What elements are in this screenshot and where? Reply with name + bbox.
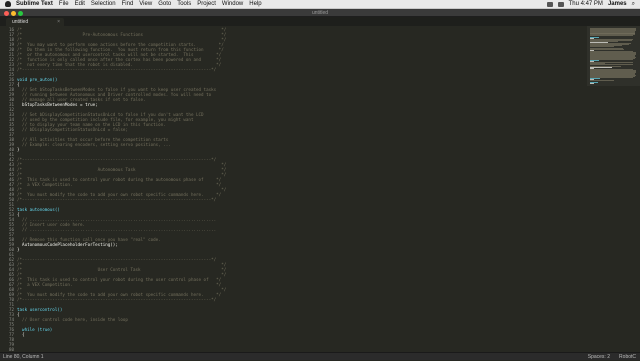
window-titlebar: untitled	[0, 9, 640, 17]
code-line[interactable]: void pre_auton()	[17, 77, 57, 82]
battery-icon[interactable]	[557, 1, 564, 7]
menu-file[interactable]: File	[59, 1, 69, 7]
menu-project[interactable]: Project	[197, 1, 216, 7]
code-line[interactable]: // .....................................…	[17, 227, 216, 232]
menubar-clock[interactable]: Thu 4:47 PM	[569, 1, 603, 7]
code-line[interactable]: // bDisplayCompetitionStatusOnLcd = fals…	[17, 127, 128, 132]
apple-icon[interactable]	[5, 1, 11, 7]
menu-goto[interactable]: Goto	[158, 1, 171, 7]
code-line[interactable]: /*--------------------------------------…	[17, 297, 216, 302]
menu-tools[interactable]: Tools	[177, 1, 191, 7]
minimap-line	[590, 48, 624, 50]
menu-edit[interactable]: Edit	[75, 1, 85, 7]
minimap-line	[590, 82, 594, 84]
code-line[interactable]: // Example: clearing encoders, setting s…	[17, 142, 171, 147]
tab-label: untitled	[12, 19, 29, 25]
editor-pane[interactable]: 16 17 18 19 20 21 22 23 24 25 26 27 28 29 30 31 32 33 34 35…	[0, 26, 640, 352]
menu-find[interactable]: Find	[122, 1, 134, 7]
code-area[interactable]: /* *//* Pre-Autonomous Functions *//* */…	[17, 26, 587, 352]
code-line[interactable]: /*--------------------------------------…	[17, 67, 216, 72]
code-line[interactable]: {	[17, 332, 25, 337]
code-line[interactable]: AutonomousCodePlaceholderForTesting();	[17, 242, 118, 247]
code-line[interactable]: task usercontrol()	[17, 307, 62, 312]
wifi-icon[interactable]	[546, 1, 553, 7]
code-line[interactable]: // User control code here, inside the lo…	[17, 317, 128, 322]
tab-untitled[interactable]: untitled ×	[6, 18, 64, 26]
code-line[interactable]: task autonomous()	[17, 207, 60, 212]
code-line[interactable]: }	[17, 147, 20, 152]
code-line[interactable]: bStopTasksBetweenModes = true;	[17, 102, 98, 107]
minimap[interactable]	[587, 26, 640, 352]
spotlight-icon[interactable]: ⌕	[632, 1, 635, 8]
status-bar: Line 80, Column 1 Spaces: 2 RobotC	[0, 352, 640, 360]
menu-help[interactable]: Help	[249, 1, 261, 7]
menu-app-name[interactable]: Sublime Text	[16, 1, 53, 7]
window-title: untitled	[311, 10, 329, 16]
code-line[interactable]: }	[17, 247, 20, 252]
tab-close-icon[interactable]: ×	[57, 18, 60, 26]
line-number-gutter: 16 17 18 19 20 21 22 23 24 25 26 27 28 29 30 31 32 33 34 35…	[0, 26, 14, 352]
tab-bar: untitled ×	[0, 17, 640, 26]
code-line[interactable]: /*--------------------------------------…	[17, 197, 216, 202]
menu-window[interactable]: Window	[222, 1, 243, 7]
menubar-user[interactable]: James	[608, 1, 627, 7]
menubar-status-area: Thu 4:47 PM James ⌕	[542, 1, 640, 8]
mac-menubar: Sublime Text File Edit Selection Find Vi…	[0, 0, 640, 9]
menu-view[interactable]: View	[139, 1, 152, 7]
menu-selection[interactable]: Selection	[91, 1, 116, 7]
